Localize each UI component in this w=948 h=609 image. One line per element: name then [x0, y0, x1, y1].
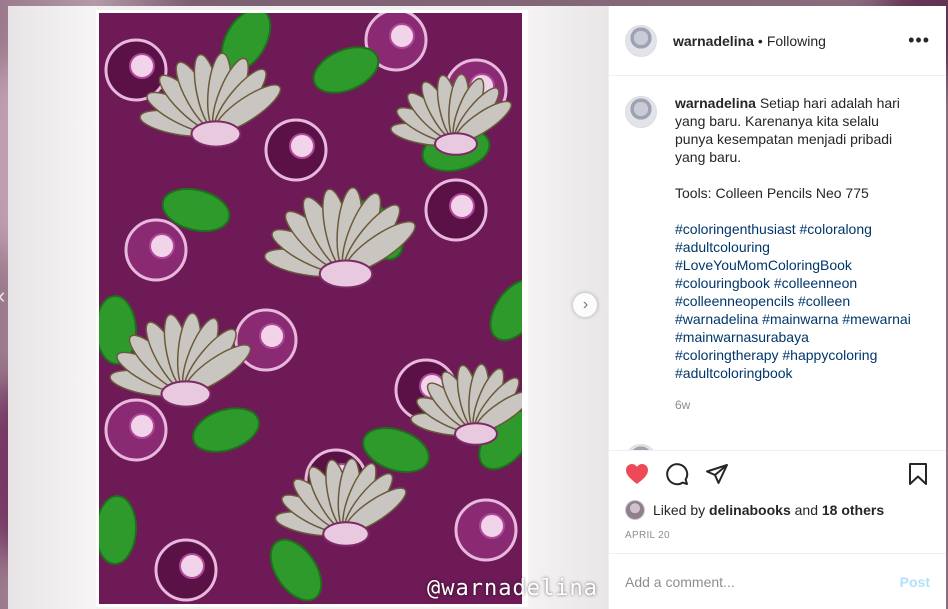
flower-center [318, 259, 374, 289]
comment-row-partial [625, 444, 835, 450]
likes-others-link[interactable]: 18 others [822, 502, 884, 518]
flower-center [190, 120, 242, 148]
swirl-curl [289, 133, 315, 159]
coloring-artwork [96, 10, 528, 607]
flower-center [160, 380, 212, 408]
bookmark-icon [909, 462, 927, 485]
flower-center [454, 422, 498, 446]
hashtag-line[interactable]: #coloringenthusiast #coloralong [675, 220, 915, 238]
comment-bubble-icon [666, 462, 689, 485]
save-button[interactable] [906, 462, 930, 486]
post-header: warnadelina • Following ••• [609, 6, 946, 76]
swirl-curl [129, 53, 155, 79]
post-caption: warnadelina Setiap hari adalah hari yang… [675, 94, 915, 414]
like-button[interactable] [625, 462, 649, 486]
hashtag-line[interactable]: #colleenneopencils #colleen [675, 292, 915, 310]
swirl-curl [479, 513, 505, 539]
action-bar [609, 450, 946, 496]
paper-margin [8, 6, 96, 609]
chevron-right-icon: › [582, 296, 589, 313]
hashtag-line[interactable]: #mainwarnasurabaya [675, 328, 915, 346]
avatar[interactable] [625, 444, 657, 450]
image-watermark: @warnadelina [427, 576, 598, 601]
liker-username[interactable]: delinabooks [709, 502, 791, 518]
likes-summary: Liked by delinabooks and 18 others [609, 496, 946, 524]
hashtag-line[interactable]: #adultcolouring [675, 238, 915, 256]
comment-input[interactable] [625, 573, 900, 590]
post-modal: @warnadelina › warnadelina • Following •••… [8, 6, 946, 609]
avatar[interactable] [625, 24, 657, 57]
next-image-button[interactable]: › [573, 293, 597, 317]
flower-center [322, 521, 370, 547]
more-options-icon[interactable]: ••• [908, 30, 930, 51]
post-media: @warnadelina › [8, 6, 608, 609]
caption-row: warnadelina Setiap hari adalah hari yang… [625, 94, 930, 414]
hashtag-line[interactable]: #LoveYouMomColoringBook [675, 256, 915, 274]
flower-center [434, 132, 478, 156]
caption-timestamp[interactable]: 6w [675, 396, 915, 414]
floral-pattern-illustration [96, 10, 528, 607]
post-author: warnadelina • Following [673, 33, 826, 49]
hashtag-line[interactable]: #colouringbook #colleenneon [675, 274, 915, 292]
follow-status-button[interactable]: Following [767, 33, 826, 49]
avatar[interactable] [625, 500, 645, 520]
comment-button[interactable] [665, 462, 689, 486]
share-button[interactable] [705, 462, 729, 486]
add-comment-bar: Post [609, 553, 946, 609]
avatar[interactable] [625, 96, 657, 128]
comments-section: warnadelina Setiap hari adalah hari yang… [609, 76, 946, 450]
paper-plane-icon [706, 463, 728, 484]
post-comment-button[interactable]: Post [900, 574, 930, 590]
swirl-curl [449, 193, 475, 219]
swirl-curl [149, 233, 175, 259]
post-details-panel: warnadelina • Following ••• warnadelina Se… [608, 6, 946, 609]
hashtag-line[interactable]: #warnadelina #mainwarna #mewarnai [675, 310, 915, 328]
separator-dot: • [757, 32, 763, 49]
swirl-curl [129, 413, 155, 439]
hashtag-line[interactable]: #adultcoloringbook [675, 364, 915, 382]
swirl-curl [179, 553, 205, 579]
heart-filled-icon [626, 463, 648, 484]
swirl-curl [389, 23, 415, 49]
caption-tools: Tools: Colleen Pencils Neo 775 [675, 185, 869, 201]
chevron-left-icon[interactable]: ‹ [0, 283, 5, 309]
caption-username[interactable]: warnadelina [675, 95, 756, 111]
hashtag-line[interactable]: #coloringtherapy #happycoloring [675, 346, 915, 364]
author-username[interactable]: warnadelina [673, 33, 754, 49]
swirl-curl [259, 323, 285, 349]
likes-prefix: Liked by [653, 502, 706, 518]
likes-and: and [794, 502, 818, 518]
post-date[interactable]: APRIL 20 [609, 524, 946, 553]
